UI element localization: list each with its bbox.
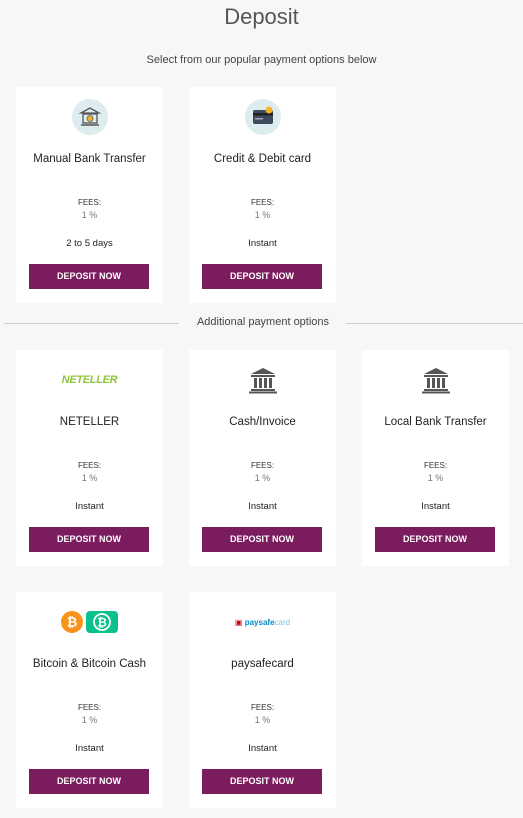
paysafecard-logo-text: paysafe xyxy=(244,617,275,627)
deposit-now-button[interactable]: DEPOSIT NOW xyxy=(29,527,149,552)
lock-icon: ▣ xyxy=(234,617,243,627)
payment-card-paysafecard: ▣ paysafecard paysafecard FEES: 1 % Inst… xyxy=(189,592,336,808)
deposit-now-button[interactable]: DEPOSIT NOW xyxy=(202,527,322,552)
processing-time: Instant xyxy=(421,501,450,512)
deposit-now-button[interactable]: DEPOSIT NOW xyxy=(202,264,322,289)
section-divider: Additional payment options xyxy=(0,314,523,334)
fees-label: FEES: xyxy=(77,461,102,470)
payment-name: Credit & Debit card xyxy=(213,153,312,165)
fees-label: FEES: xyxy=(250,461,275,470)
fees-label: FEES: xyxy=(423,461,448,470)
fees-value: 1 % xyxy=(254,715,271,725)
neteller-logo-text: NETELLER xyxy=(61,374,118,386)
fees-label: FEES: xyxy=(77,703,102,712)
payment-card-manual-bank-transfer: Manual Bank Transfer FEES: 1 % 2 to 5 da… xyxy=(16,87,163,303)
fees-label: FEES: xyxy=(77,198,102,207)
bitcoin-icons: ₿ ₿ xyxy=(16,604,163,640)
bank-building-icon xyxy=(189,362,336,398)
payment-name: Local Bank Transfer xyxy=(384,416,487,428)
paysafecard-logo-text-suffix: card xyxy=(274,617,291,627)
payment-name: NETELLER xyxy=(59,416,120,428)
processing-time: Instant xyxy=(248,501,277,512)
divider-line xyxy=(346,323,523,324)
payment-name: Cash/Invoice xyxy=(229,416,296,428)
divider-line xyxy=(4,323,179,324)
svg-text:₿: ₿ xyxy=(66,615,77,630)
paysafecard-logo: ▣ paysafecard xyxy=(189,604,336,640)
bank-transfer-icon xyxy=(16,99,163,135)
deposit-now-button[interactable]: DEPOSIT NOW xyxy=(29,264,149,289)
payment-card-cash-invoice: Cash/Invoice FEES: 1 % Instant DEPOSIT N… xyxy=(189,350,336,566)
svg-text:₿: ₿ xyxy=(97,616,107,630)
fees-label: FEES: xyxy=(250,198,275,207)
page-title: Deposit xyxy=(224,4,299,29)
fees-value: 1 % xyxy=(81,473,98,483)
payment-card-bitcoin: ₿ ₿ Bitcoin & Bitcoin Cash FEES: 1 % Ins… xyxy=(16,592,163,808)
payment-name: paysafecard xyxy=(231,658,294,670)
deposit-now-button[interactable]: DEPOSIT NOW xyxy=(375,527,495,552)
processing-time: Instant xyxy=(75,743,104,754)
payment-name: Bitcoin & Bitcoin Cash xyxy=(32,658,147,670)
bitcoin-icon: ₿ xyxy=(60,611,83,633)
fees-value: 1 % xyxy=(427,473,444,483)
divider-label: Additional payment options xyxy=(196,316,330,328)
deposit-now-button[interactable]: DEPOSIT NOW xyxy=(202,769,322,794)
fees-value: 1 % xyxy=(254,210,271,220)
credit-card-icon xyxy=(189,99,336,135)
payment-card-credit-debit: Credit & Debit card FEES: 1 % Instant DE… xyxy=(189,87,336,303)
deposit-now-button[interactable]: DEPOSIT NOW xyxy=(29,769,149,794)
bitcoin-cash-icon: ₿ xyxy=(85,611,118,633)
bank-building-icon xyxy=(362,362,509,398)
payment-name: Manual Bank Transfer xyxy=(33,153,146,165)
processing-time: 2 to 5 days xyxy=(66,238,113,249)
fees-value: 1 % xyxy=(81,715,98,725)
neteller-logo: NETELLER xyxy=(16,362,163,398)
processing-time: Instant xyxy=(75,501,104,512)
processing-time: Instant xyxy=(248,238,277,249)
payment-card-neteller: NETELLER NETELLER FEES: 1 % Instant DEPO… xyxy=(16,350,163,566)
fees-value: 1 % xyxy=(81,210,98,220)
fees-value: 1 % xyxy=(254,473,271,483)
fees-label: FEES: xyxy=(250,703,275,712)
page-subtitle: Select from our popular payment options … xyxy=(146,54,377,66)
payment-card-local-bank-transfer: Local Bank Transfer FEES: 1 % Instant DE… xyxy=(362,350,509,566)
processing-time: Instant xyxy=(248,743,277,754)
